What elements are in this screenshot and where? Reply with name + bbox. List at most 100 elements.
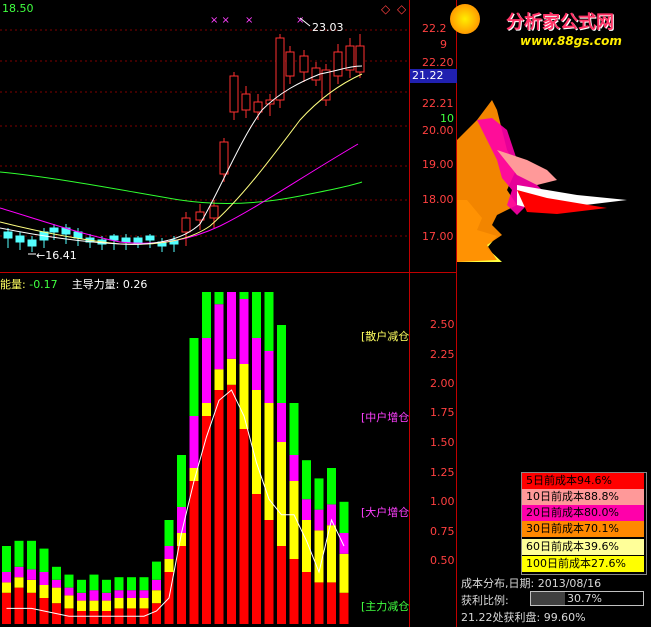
indicator-bar-segment xyxy=(214,304,224,370)
legend-row-10d: 10日前成本88.8% xyxy=(522,489,644,505)
indicator-bar-segment xyxy=(102,600,111,611)
candle-body xyxy=(219,141,229,175)
indicator-bar-segment xyxy=(277,403,286,442)
indicator-bar-segment xyxy=(14,577,24,588)
candle-body xyxy=(145,235,155,241)
indicator-bar-segment xyxy=(202,292,211,338)
indicator-bar-segment xyxy=(2,572,11,583)
indicator-bar-segment xyxy=(264,520,274,624)
indicator-bar-segment xyxy=(39,585,49,598)
indicator-bar-segment xyxy=(52,587,61,604)
indicator-bar-segment xyxy=(77,600,86,611)
candle-body xyxy=(253,101,263,113)
price-tick-20: 20.00 xyxy=(422,124,454,137)
indicator-bar-segment xyxy=(77,611,86,624)
ind-tick-4: 1.50 xyxy=(430,436,455,449)
indicator-bars xyxy=(2,292,349,624)
candle-body xyxy=(333,51,343,77)
indicator-bar-segment xyxy=(114,598,124,609)
indicator-bar-segment xyxy=(77,592,86,601)
indicator-bar-segment xyxy=(302,499,311,520)
axis-label-top-3: 22.20 xyxy=(422,56,454,69)
indicator-bar-segment xyxy=(202,403,211,416)
profit-ratio-label: 获利比例: xyxy=(461,594,509,607)
axis-label-top-1: 22.2 xyxy=(422,22,447,35)
indicator-bar-segment xyxy=(152,590,161,604)
ma-white-line xyxy=(0,65,363,245)
diamond-icon-2[interactable]: ◇ xyxy=(397,2,406,16)
candle-body xyxy=(229,75,239,113)
candle-body xyxy=(3,231,13,239)
indicator-bar-segment xyxy=(102,592,111,601)
indicator-bar-segment xyxy=(252,338,261,390)
indicator-bar-segment xyxy=(139,598,149,609)
label-large-increase: [大户增仓 xyxy=(361,506,410,519)
indicator-bar-segment xyxy=(339,501,349,533)
indicator-bar-segment xyxy=(302,572,311,624)
price-tick-19: 19.00 xyxy=(422,158,454,171)
indicator-bar-segment xyxy=(289,559,299,624)
candlesticks xyxy=(3,34,365,252)
indicator-bar-segment xyxy=(189,338,199,416)
indicator-bar-segment xyxy=(39,572,49,585)
indicator-bar-segment xyxy=(77,579,86,593)
logo-icon xyxy=(450,4,480,34)
ind-tick-6: 1.00 xyxy=(430,495,455,508)
diamond-icon[interactable]: ◇ xyxy=(381,2,390,16)
indicator-bar-segment xyxy=(277,546,286,624)
low-price-label: ←16.41 xyxy=(36,249,77,262)
price-chart[interactable]: × × × × xyxy=(0,0,410,272)
force-label: 主导力量: xyxy=(71,278,120,291)
indicator-bar-segment xyxy=(27,579,36,593)
energy-value: -0.17 xyxy=(29,278,58,291)
indicator-bar-segment xyxy=(214,390,224,624)
indicator-bar-segment xyxy=(214,369,224,390)
indicator-bar-segment xyxy=(52,579,61,588)
candle-body xyxy=(73,231,83,239)
indicator-bar-segment xyxy=(89,600,99,611)
legend-row-30d: 30日前成本70.1% xyxy=(522,521,644,537)
ind-tick-3: 1.75 xyxy=(430,406,455,419)
crosshair-price-badge: 21.22 xyxy=(410,69,457,83)
candle-body xyxy=(275,37,285,101)
indicator-header: 能量: -0.17 主导力量: 0.26 xyxy=(0,276,147,292)
ma-yellow-line xyxy=(0,73,363,245)
indicator-bar-segment xyxy=(164,520,174,546)
indicator-bar-segment xyxy=(39,548,49,572)
force-value: 0.26 xyxy=(122,278,148,291)
indicator-bar-segment xyxy=(327,582,336,624)
indicator-bar-segment xyxy=(114,577,124,591)
ind-tick-5: 1.25 xyxy=(430,466,455,479)
ind-tick-7: 0.75 xyxy=(430,525,455,538)
indicator-bar-segment xyxy=(127,577,136,591)
candle-body xyxy=(285,51,295,77)
ma-green-line xyxy=(0,171,363,204)
indicator-bar-segment xyxy=(139,590,149,598)
indicator-bar-segment xyxy=(227,292,236,359)
indicator-bar-segment xyxy=(152,579,161,591)
candle-body xyxy=(121,237,131,243)
indicator-bar-segment xyxy=(64,595,74,609)
label-main-reduce: [主力减仓 xyxy=(361,600,410,613)
indicator-bar-segment xyxy=(314,582,324,624)
legend-row-60d: 60日前成本39.6% xyxy=(522,539,644,555)
candle-body xyxy=(299,55,309,73)
indicator-bar-segment xyxy=(214,292,224,305)
indicator-bar-segment xyxy=(127,598,136,609)
candle-body xyxy=(209,205,219,219)
indicator-bar-segment xyxy=(289,481,299,559)
indicator-bar-segment xyxy=(14,587,24,624)
indicator-bar-segment xyxy=(239,299,249,364)
ind-tick-8: 0.50 xyxy=(430,554,455,567)
high-price-label: 23.03 xyxy=(312,21,344,34)
profit-ratio-value: 30.7% xyxy=(567,592,602,605)
indicator-bar-segment xyxy=(327,468,336,505)
indicator-bar-segment xyxy=(339,592,349,624)
indicator-bar-segment xyxy=(152,561,161,580)
indicator-bar-segment xyxy=(339,533,349,554)
indicator-chart[interactable] xyxy=(0,292,410,627)
indicator-bar-segment xyxy=(89,574,99,591)
label-retail-reduce: [散户减仓 xyxy=(361,330,410,343)
indicator-bar-segment xyxy=(177,546,186,624)
indicator-bar-segment xyxy=(277,442,286,546)
